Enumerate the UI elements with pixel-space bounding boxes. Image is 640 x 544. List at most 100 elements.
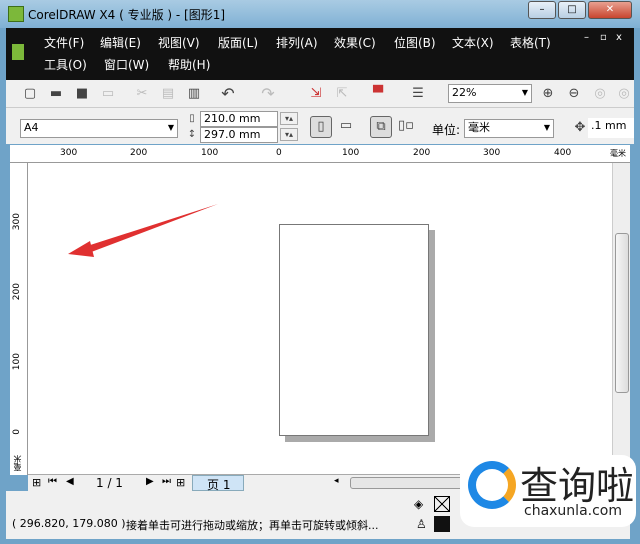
paste-icon[interactable]: ▥ (186, 86, 202, 102)
application-launcher-icon[interactable]: ▀ (370, 86, 386, 102)
vertical-ruler[interactable]: 300 200 100 0 毫米 (10, 163, 28, 475)
last-page-icon[interactable]: ⏭ (162, 476, 171, 487)
nudge-icon: ✥ (574, 120, 586, 135)
next-page-icon[interactable]: ▶ (146, 476, 154, 487)
new-icon[interactable]: ▢ (22, 86, 38, 102)
ruler-tick-label: 100 (342, 148, 360, 158)
tab-page-1[interactable]: 页 1 (192, 475, 244, 492)
property-bar: A4 ▼ ▯ 210.0 mm ↕ 297.0 mm ▾▴ ▾▴ ▯ ▭ ⧉ ▯▫… (6, 108, 634, 144)
menu-arrange[interactable]: 排列(A) (276, 34, 318, 51)
menu-bitmaps[interactable]: 位图(B) (394, 34, 436, 51)
page-height-input[interactable]: 297.0 mm (200, 127, 278, 143)
options-icon[interactable]: ☰ (410, 86, 426, 102)
scroll-thumb[interactable] (615, 233, 629, 393)
save-icon[interactable]: ■ (74, 86, 90, 102)
ruler-unit-label: 毫米 (610, 149, 626, 158)
portrait-button[interactable]: ▯ (310, 116, 332, 138)
print-icon[interactable]: ▭ (100, 86, 116, 102)
landscape-button[interactable]: ▭ (338, 118, 354, 134)
ruler-tick-label: 300 (483, 148, 501, 158)
open-icon[interactable]: ▬ (48, 86, 64, 102)
menu-layout[interactable]: 版面(L) (218, 34, 258, 51)
watermark-logo-icon (468, 461, 516, 509)
app-icon (8, 6, 24, 22)
menu-help[interactable]: 帮助(H) (168, 56, 210, 73)
ruler-tick-label: 100 (201, 148, 219, 158)
prev-page-icon[interactable]: ◀ (66, 476, 74, 487)
horizontal-scrollbar[interactable] (350, 477, 470, 489)
menu-view[interactable]: 视图(V) (158, 34, 200, 51)
unit-value: 毫米 (468, 121, 490, 134)
undo-icon[interactable]: ↶ (220, 86, 236, 102)
copy-icon[interactable]: ▤ (160, 86, 176, 102)
outline-pen-icon: ♙ (416, 517, 427, 531)
chevron-down-icon: ▼ (543, 123, 550, 132)
page-width-input[interactable]: 210.0 mm (200, 111, 278, 127)
zoom-all-icon[interactable]: ◎ (616, 86, 632, 102)
menu-tools[interactable]: 工具(O) (44, 56, 87, 73)
watermark-name: 查询啦 (520, 464, 635, 508)
add-page-icon[interactable]: ⊞ (32, 476, 41, 489)
outline-color-swatch[interactable] (434, 516, 450, 532)
menu-text[interactable]: 文本(X) (452, 34, 494, 51)
ruler-tick-label: 300 (60, 148, 78, 158)
zoom-in-icon[interactable]: ⊕ (540, 86, 556, 102)
watermark: 查询啦 chaxunla.com (460, 455, 636, 527)
tab-label: 页 1 (207, 478, 231, 492)
status-hint: 接着单击可进行拖动或缩放；再单击可旋转或倾斜... (126, 519, 379, 532)
menu-effects[interactable]: 效果(C) (334, 34, 376, 51)
first-page-icon[interactable]: ⏮ (48, 476, 57, 487)
chevron-down-icon: ▼ (167, 123, 174, 132)
document-icon (12, 44, 24, 60)
menu-window[interactable]: 窗口(W) (104, 56, 149, 73)
ruler-unit-label: 毫米 (13, 455, 22, 471)
menu-edit[interactable]: 编辑(E) (100, 34, 141, 51)
nudge-distance-input[interactable]: .1 mm (588, 118, 634, 138)
fill-icon: ◈ (414, 497, 424, 511)
zoom-value: 22% (452, 86, 477, 99)
vertical-scrollbar[interactable] (612, 163, 630, 474)
minimize-button[interactable]: – (528, 1, 556, 19)
redo-icon[interactable]: ↷ (260, 86, 276, 102)
maximize-button[interactable]: □ (558, 1, 586, 19)
menu-bar: 文件(F) 编辑(E) 视图(V) 版面(L) 排列(A) 效果(C) 位图(B… (6, 28, 634, 80)
export-icon[interactable]: ⇱ (334, 86, 350, 102)
zoom-level-dropdown[interactable]: 22% ▼ (448, 84, 532, 103)
cursor-coordinates: ( 296.820, 179.080 ) (12, 517, 126, 530)
unit-dropdown[interactable]: 毫米 ▼ (464, 119, 554, 138)
window-title: CorelDRAW X4 ( 专业版 ) - [图形1] (28, 8, 226, 22)
height-spinner[interactable]: ▾▴ (280, 128, 298, 141)
ruler-tick-label: 200 (130, 148, 148, 158)
current-page-button[interactable]: ▯▫ (398, 118, 414, 134)
chevron-down-icon: ▼ (521, 88, 528, 97)
ruler-tick-label: 300 (12, 213, 22, 231)
ruler-tick-label: 100 (12, 353, 22, 371)
title-bar: CorelDRAW X4 ( 专业版 ) - [图形1] – □ ✕ (0, 0, 640, 28)
ruler-tick-label: 200 (413, 148, 431, 158)
ruler-tick-label: 200 (12, 283, 22, 301)
import-icon[interactable]: ⇲ (308, 86, 324, 102)
width-icon: ▯ (189, 113, 195, 124)
ruler-tick-label: 400 (554, 148, 572, 158)
width-spinner[interactable]: ▾▴ (280, 112, 298, 125)
close-button[interactable]: ✕ (588, 1, 632, 19)
page-count: 1 / 1 (96, 476, 123, 490)
doc-close-button[interactable]: x (616, 32, 622, 43)
document-page[interactable] (279, 224, 429, 436)
add-page-after-icon[interactable]: ⊞ (176, 476, 185, 489)
all-pages-button[interactable]: ⧉ (370, 116, 392, 138)
menu-file[interactable]: 文件(F) (44, 34, 84, 51)
zoom-selected-icon[interactable]: ◎ (592, 86, 608, 102)
horizontal-ruler[interactable]: 300 200 100 0 100 200 300 400 毫米 (10, 145, 630, 163)
zoom-out-icon[interactable]: ⊖ (566, 86, 582, 102)
doc-minimize-button[interactable]: – (584, 32, 589, 43)
ruler-tick-label: 0 (276, 148, 282, 158)
height-icon: ↕ (187, 129, 197, 140)
paper-size-dropdown[interactable]: A4 ▼ (20, 119, 178, 138)
doc-restore-button[interactable]: ▫ (600, 32, 607, 43)
cut-icon[interactable]: ✂ (134, 86, 150, 102)
fill-color-none[interactable] (434, 496, 450, 512)
unit-label: 单位: (432, 123, 461, 137)
menu-table[interactable]: 表格(T) (510, 34, 551, 51)
scroll-left-icon[interactable]: ◂ (334, 476, 339, 486)
